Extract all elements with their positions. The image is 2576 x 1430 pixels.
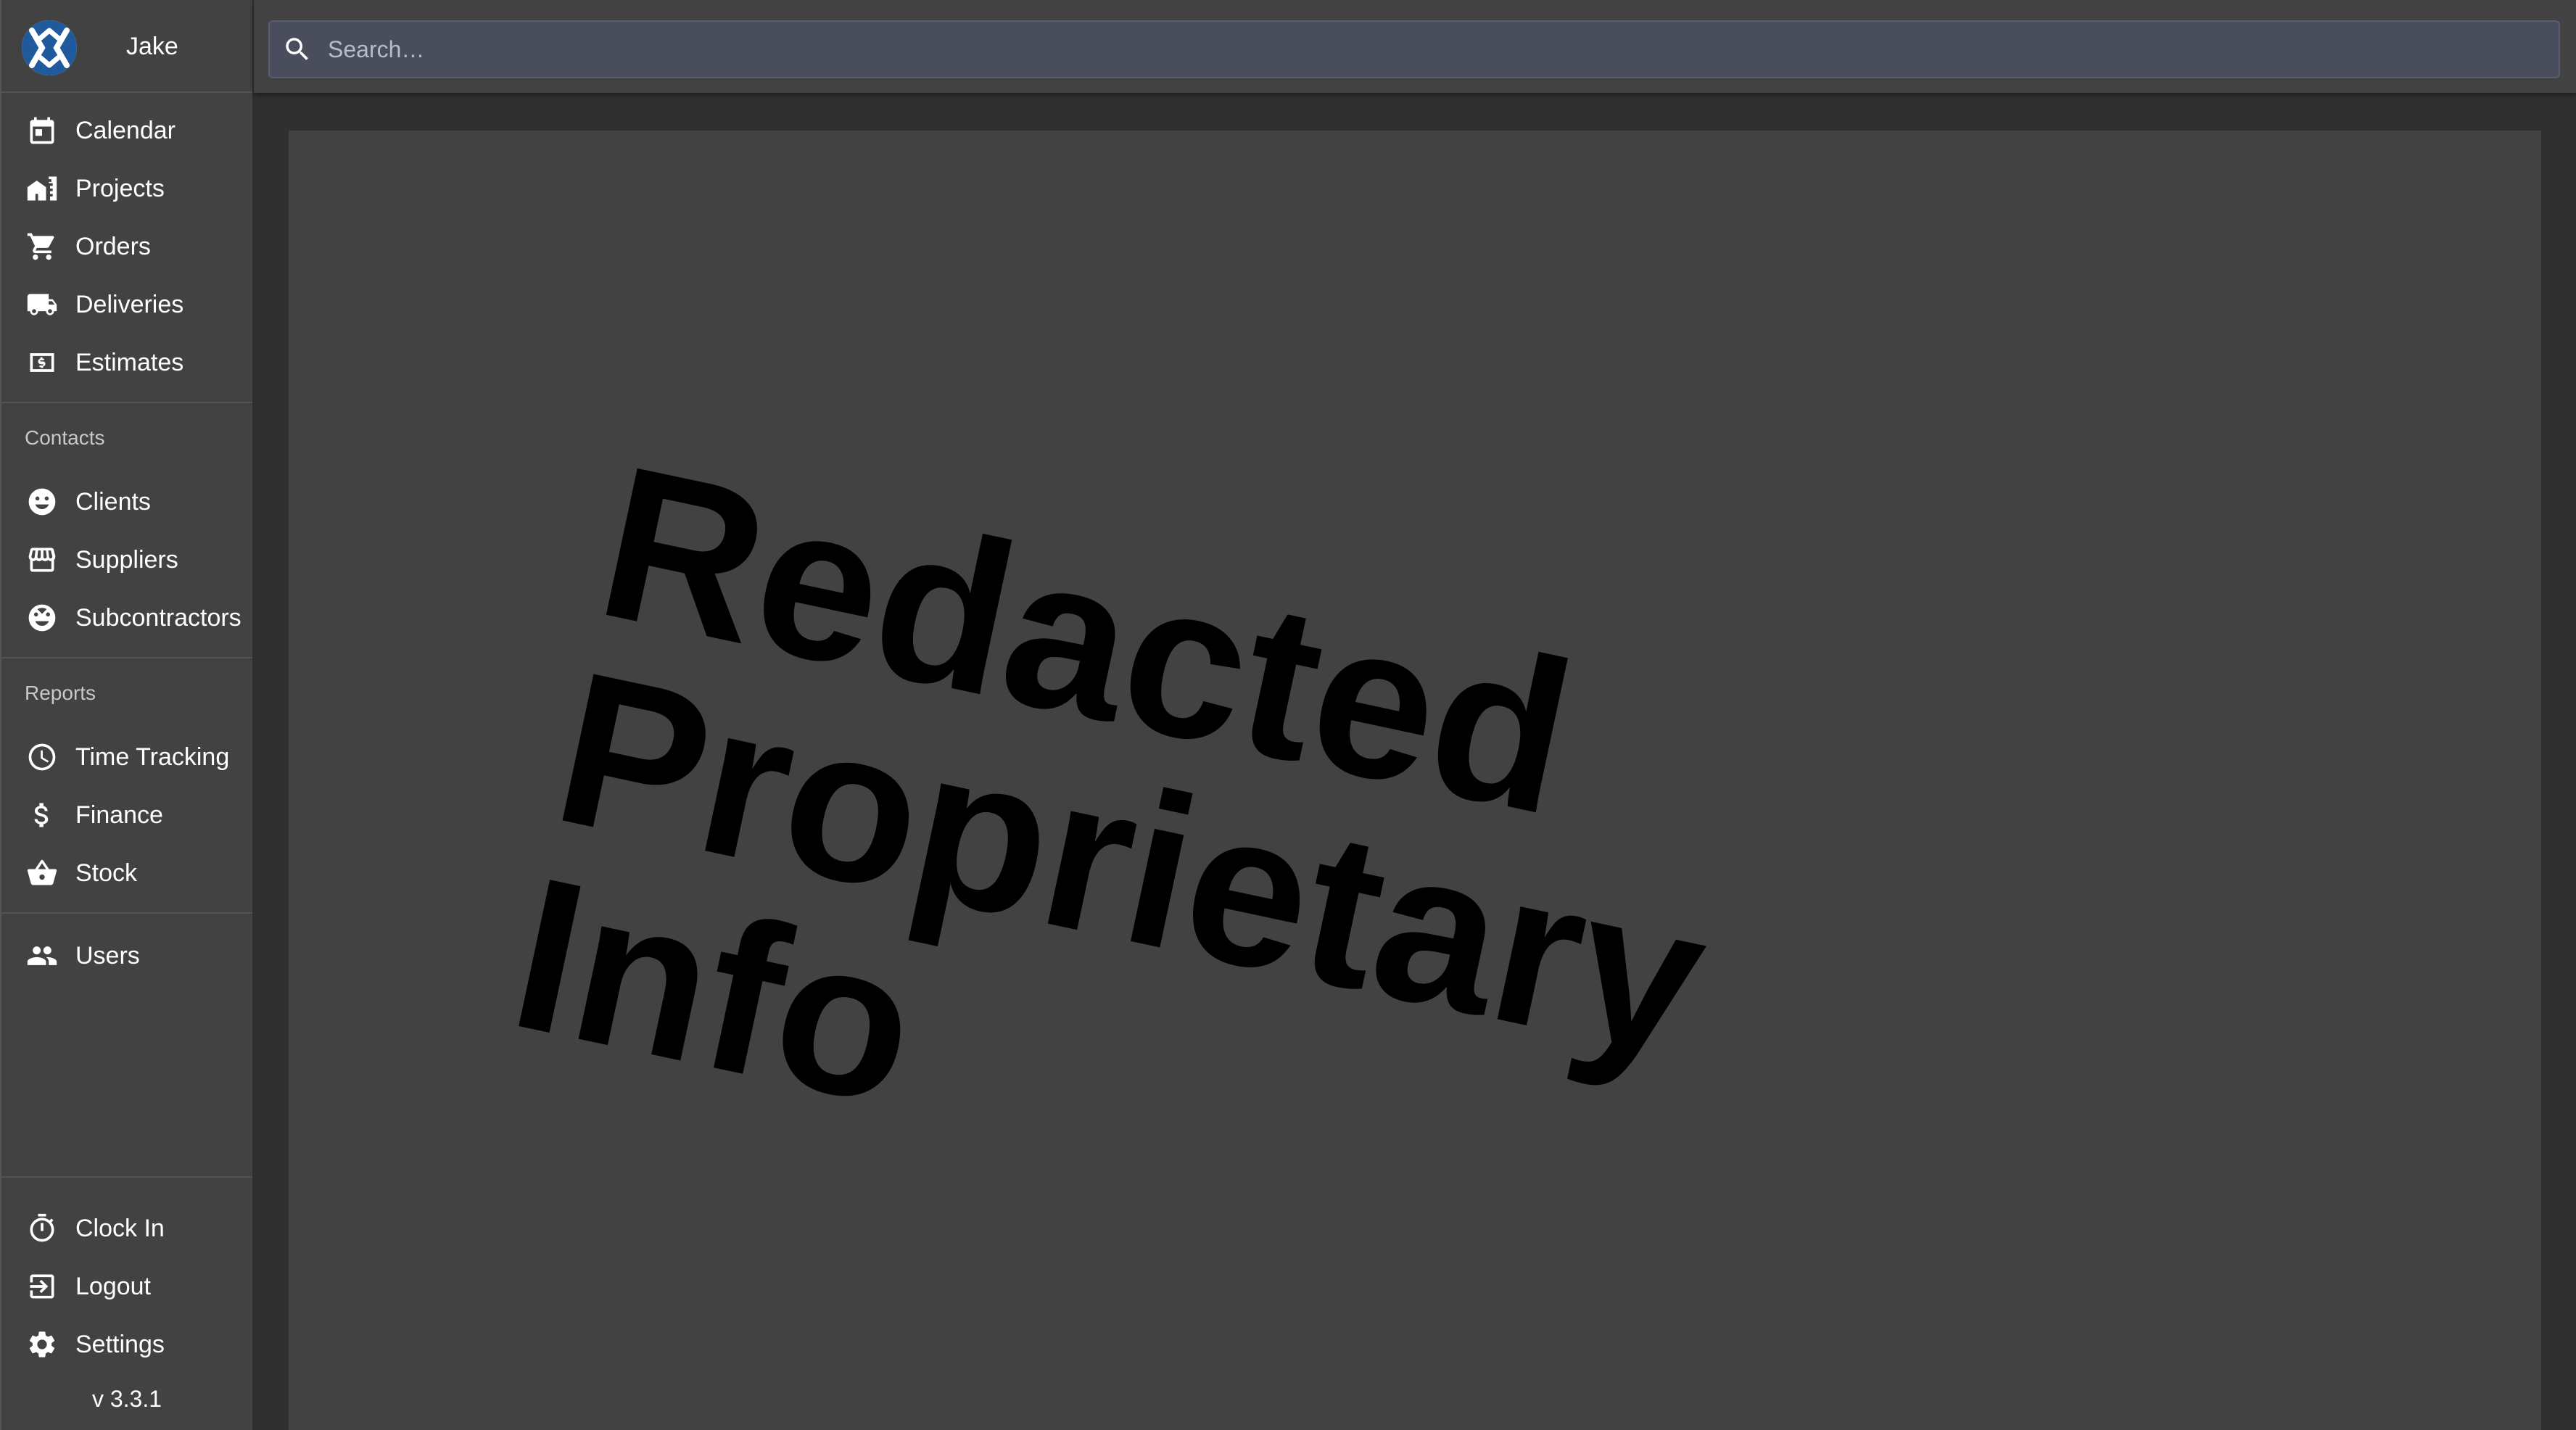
sidebar-item-label: Calendar bbox=[75, 116, 176, 144]
sidebar-item-clock-in[interactable]: Clock In bbox=[1, 1199, 252, 1257]
section-heading-reports: Reports bbox=[25, 682, 96, 704]
logout-icon bbox=[25, 1269, 59, 1304]
sidebar-item-label: Projects bbox=[75, 174, 165, 202]
sidebar-item-label: Suppliers bbox=[75, 545, 178, 574]
clock-icon bbox=[25, 740, 59, 774]
dollar-icon bbox=[25, 798, 59, 832]
sidebar-item-time-tracking[interactable]: Time Tracking bbox=[1, 728, 252, 786]
nav-reports: Reports Time Tracking Finance Stock bbox=[1, 658, 252, 914]
sidebar-footer: Clock In Logout Settings v 3.3.1 bbox=[1, 1176, 252, 1430]
logo-icon bbox=[22, 20, 77, 75]
sidebar-header: Jake bbox=[1, 0, 252, 93]
nav-main: Calendar Projects Orders Deliveries Esti… bbox=[1, 93, 252, 403]
projects-icon bbox=[25, 171, 59, 206]
redacted-watermark: Redacted Proprietary Info bbox=[495, 419, 2190, 1384]
app-window: Jake Calendar Projects Orders Deliveries… bbox=[0, 0, 2576, 1430]
timer-icon bbox=[25, 1211, 59, 1246]
smiley-icon bbox=[25, 484, 59, 519]
app-logo[interactable] bbox=[22, 20, 77, 75]
search-bar[interactable] bbox=[268, 20, 2560, 78]
sidebar-item-orders[interactable]: Orders bbox=[1, 218, 252, 276]
sidebar-item-estimates[interactable]: Estimates bbox=[1, 334, 252, 392]
truck-icon bbox=[25, 287, 59, 322]
sidebar-item-users[interactable]: Users bbox=[1, 927, 252, 985]
top-bar bbox=[254, 0, 2576, 93]
basket-icon bbox=[25, 856, 59, 890]
gear-icon bbox=[25, 1327, 59, 1362]
user-name[interactable]: Jake bbox=[126, 0, 178, 93]
sidebar-item-label: Logout bbox=[75, 1272, 151, 1300]
search-icon bbox=[281, 33, 313, 65]
nav-contacts: Contacts Clients Suppliers Subcontractor… bbox=[1, 403, 252, 658]
sidebar-item-deliveries[interactable]: Deliveries bbox=[1, 276, 252, 334]
sidebar-item-clients[interactable]: Clients bbox=[1, 473, 252, 531]
sidebar-item-label: Settings bbox=[75, 1330, 165, 1358]
sidebar-item-label: Deliveries bbox=[75, 290, 184, 318]
sidebar-item-label: Subcontractors bbox=[75, 603, 242, 632]
sidebar-item-projects[interactable]: Projects bbox=[1, 160, 252, 218]
cart-icon bbox=[25, 229, 59, 264]
sidebar-item-logout[interactable]: Logout bbox=[1, 1257, 252, 1315]
main-content-panel: Redacted Proprietary Info bbox=[289, 131, 2541, 1430]
search-input[interactable] bbox=[326, 22, 2559, 77]
sidebar-item-label: Stock bbox=[75, 859, 138, 887]
app-version: v 3.3.1 bbox=[91, 1386, 162, 1412]
worker-icon bbox=[25, 600, 59, 635]
sidebar-item-label: Users bbox=[75, 941, 140, 970]
sidebar-item-subcontractors[interactable]: Subcontractors bbox=[1, 589, 252, 647]
sidebar-item-label: Orders bbox=[75, 232, 151, 260]
sidebar-item-suppliers[interactable]: Suppliers bbox=[1, 531, 252, 589]
sidebar-item-settings[interactable]: Settings bbox=[1, 1315, 252, 1373]
sidebar-item-stock[interactable]: Stock bbox=[1, 844, 252, 902]
sidebar-item-label: Estimates bbox=[75, 348, 184, 376]
sidebar-item-label: Finance bbox=[75, 801, 163, 829]
calendar-icon bbox=[25, 113, 59, 148]
sidebar-item-calendar[interactable]: Calendar bbox=[1, 102, 252, 160]
sidebar: Jake Calendar Projects Orders Deliveries… bbox=[0, 0, 254, 1430]
sidebar-item-label: Clock In bbox=[75, 1214, 165, 1242]
sidebar-item-label: Time Tracking bbox=[75, 743, 230, 771]
people-icon bbox=[25, 938, 59, 973]
sidebar-item-finance[interactable]: Finance bbox=[1, 786, 252, 844]
sidebar-item-label: Clients bbox=[75, 487, 151, 516]
section-heading-contacts: Contacts bbox=[25, 426, 105, 449]
estimate-icon bbox=[25, 345, 59, 380]
store-icon bbox=[25, 542, 59, 577]
nav-users: Users bbox=[1, 914, 252, 985]
